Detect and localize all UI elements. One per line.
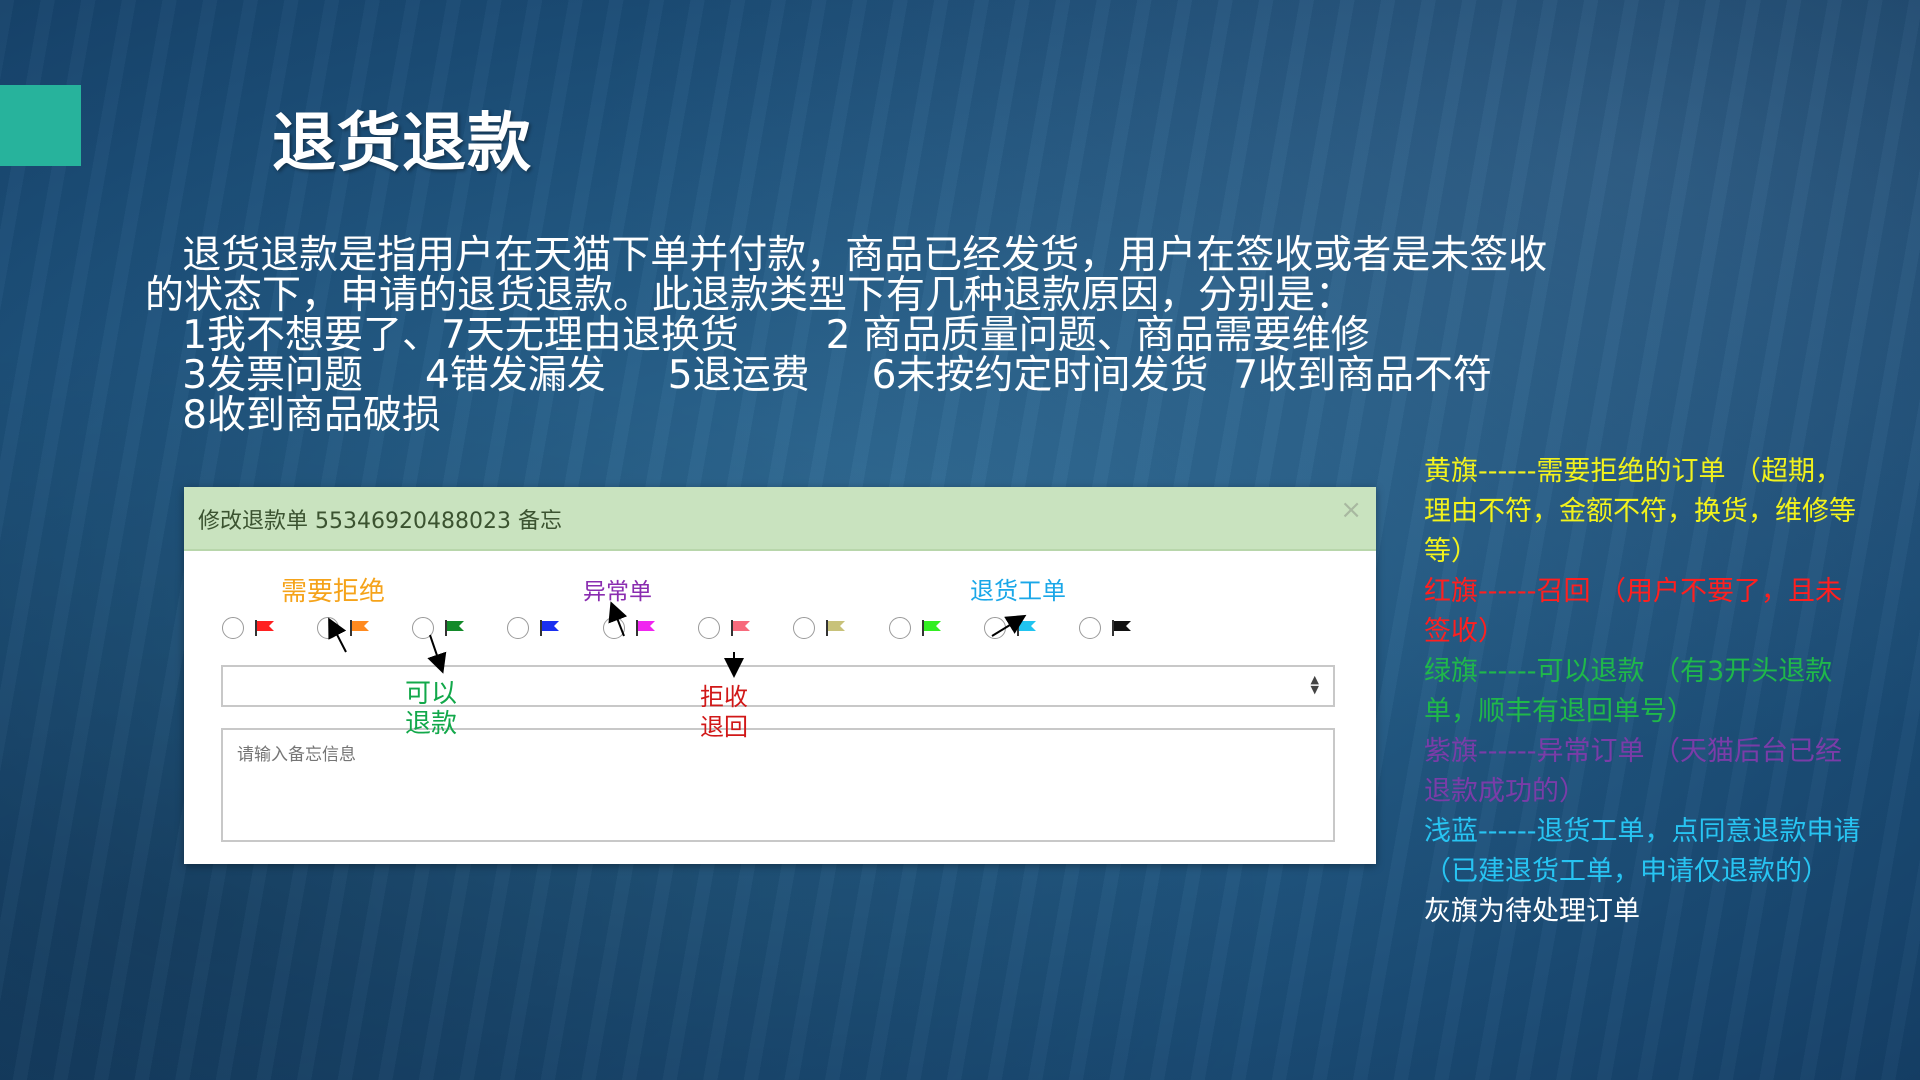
blue-flag-icon xyxy=(540,620,559,636)
cyan-flag-icon xyxy=(1017,620,1036,636)
annotation-return-ticket: 退货工单 xyxy=(970,577,1066,605)
flag-radio[interactable] xyxy=(317,617,339,639)
flag-select[interactable]: ▲ ▼ xyxy=(221,665,1335,707)
magenta-flag-icon xyxy=(636,620,655,636)
note-input[interactable] xyxy=(221,728,1335,842)
legend-item-gray: 灰旗为待处理订单 xyxy=(1424,896,1640,927)
close-icon[interactable]: × xyxy=(1340,495,1362,525)
khaki-flag-icon xyxy=(826,620,845,636)
flag-option-orange[interactable] xyxy=(317,615,387,643)
dialog-header: 修改退款单 55346920488023 备忘 × xyxy=(184,487,1376,551)
orange-flag-icon xyxy=(350,620,369,636)
lime-flag-icon xyxy=(922,620,941,636)
flag-option-black[interactable] xyxy=(1079,615,1149,643)
flag-radio[interactable] xyxy=(507,617,529,639)
green-flag-icon xyxy=(445,620,464,636)
legend-item-yellow: 黄旗------需要拒绝的订单 （超期，理由不符，金额不符，换货，维修等等） xyxy=(1424,456,1856,567)
flag-radio[interactable] xyxy=(603,617,625,639)
intro-text: 退货退款是指用户在天猫下单并付款，商品已经发货，用户在签收或者是未签收 的状态下… xyxy=(145,236,1625,436)
annotation-exception: 异常单 xyxy=(583,579,652,605)
dialog-title: 修改退款单 55346920488023 备忘 xyxy=(198,509,562,534)
flag-radio[interactable] xyxy=(412,617,434,639)
flag-option-red[interactable] xyxy=(222,615,292,643)
annotation-need-reject: 需要拒绝 xyxy=(281,577,386,607)
pink-flag-icon xyxy=(731,620,750,636)
intro-line: 3发票问题 4错发漏发 5退运费 6未按约定时间发货 7收到商品不符 xyxy=(145,353,1493,398)
select-arrows-icon: ▲ ▼ xyxy=(1310,674,1319,696)
annotation-reject-return: 拒收 退回 xyxy=(700,683,748,741)
flag-option-pink[interactable] xyxy=(698,615,768,643)
legend-item-green: 绿旗------可以退款 （有3开头退款单，顺丰有退回单号） xyxy=(1424,656,1833,727)
intro-line: 退货退款是指用户在天猫下单并付款，商品已经发货，用户在签收或者是未签收 xyxy=(145,233,1548,278)
flag-option-magenta[interactable] xyxy=(603,615,673,643)
black-flag-icon xyxy=(1112,620,1131,636)
flag-radio[interactable] xyxy=(889,617,911,639)
flag-option-cyan[interactable] xyxy=(984,615,1054,643)
flag-radio[interactable] xyxy=(1079,617,1101,639)
flag-radio[interactable] xyxy=(793,617,815,639)
legend-item-purple: 紫旗------异常订单 （天猫后台已经退款成功的） xyxy=(1424,736,1843,807)
legend-item-light-blue: 浅蓝------退货工单，点同意退款申请 （已建退货工单，申请仅退款的） xyxy=(1424,816,1861,887)
flag-option-lime[interactable] xyxy=(889,615,959,643)
slide-title: 退货退款 xyxy=(272,107,532,181)
flag-option-green[interactable] xyxy=(412,615,482,643)
edit-refund-dialog: 修改退款单 55346920488023 备忘 × ▲ ▼ 请输入备忘信息 需要… xyxy=(184,487,1376,864)
intro-line: 的状态下，申请的退货退款。此退款类型下有几种退款原因，分别是： xyxy=(145,273,1355,318)
arrow-down-icon: ▼ xyxy=(1310,683,1319,696)
annotation-can-refund: 可以 退款 xyxy=(405,679,458,739)
flag-radio[interactable] xyxy=(698,617,720,639)
flag-option-blue[interactable] xyxy=(507,615,577,643)
flag-option-khaki[interactable] xyxy=(793,615,863,643)
red-flag-icon xyxy=(255,620,274,636)
flag-radio[interactable] xyxy=(222,617,244,639)
title-accent-bar xyxy=(0,85,81,166)
flag-legend: 黄旗------需要拒绝的订单 （超期，理由不符，金额不符，换货，维修等等） 红… xyxy=(1424,452,1864,932)
flag-radio[interactable] xyxy=(984,617,1006,639)
intro-line: 8收到商品破损 xyxy=(145,393,442,438)
intro-line: 1我不想要了、7天无理由退换货 2 商品质量问题、商品需要维修 xyxy=(145,313,1370,358)
legend-item-red: 红旗------召回 （用户不要了，且未签收） xyxy=(1424,576,1843,647)
